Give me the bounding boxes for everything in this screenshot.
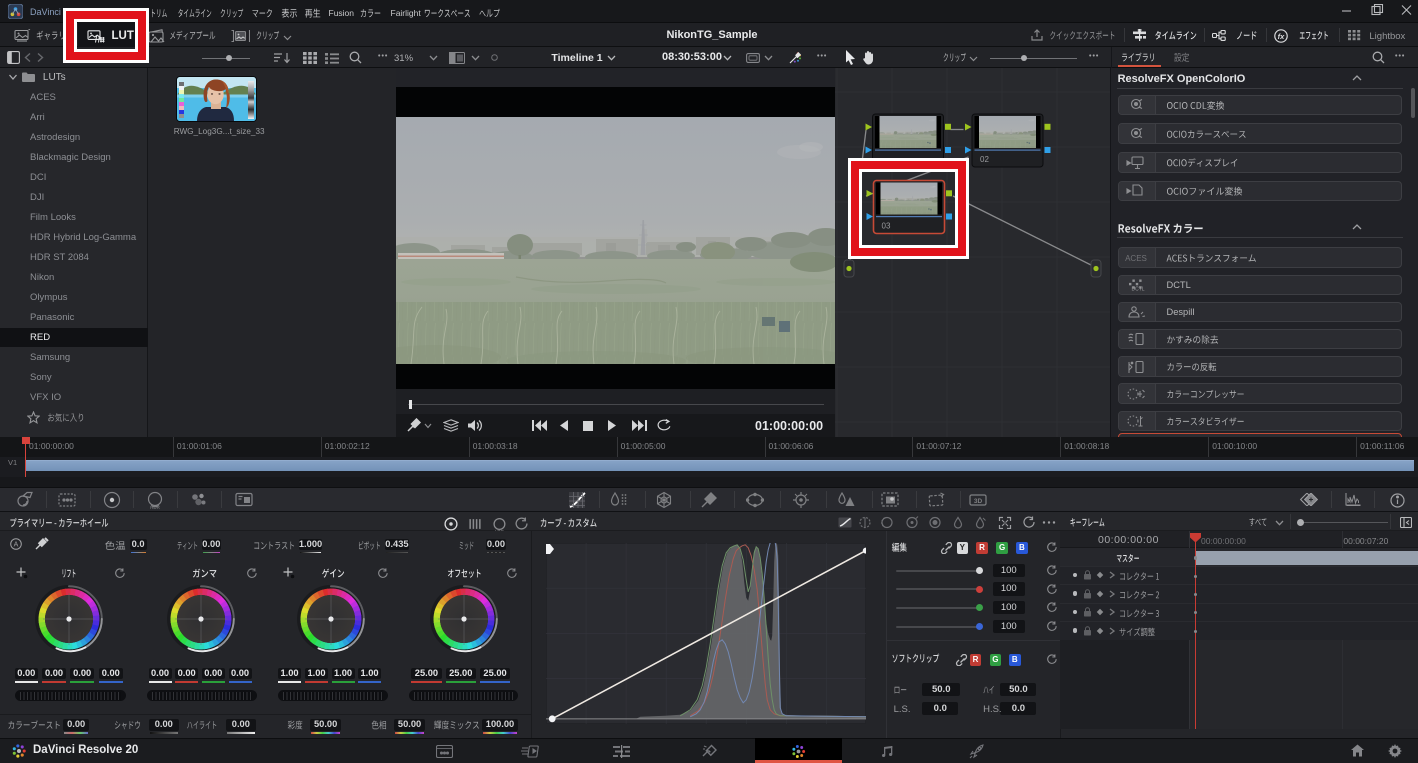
svg-text:fx: fx [1278,31,1285,40]
svg-text:LOG: LOG [495,529,505,531]
svg-text:ACES: ACES [1125,254,1147,263]
svg-text:HDR: HDR [150,505,160,510]
svg-text:3D: 3D [974,497,983,504]
svg-text:A: A [14,541,19,548]
svg-text:DCTL: DCTL [1131,287,1144,293]
svg-text:02: 02 [980,155,989,164]
